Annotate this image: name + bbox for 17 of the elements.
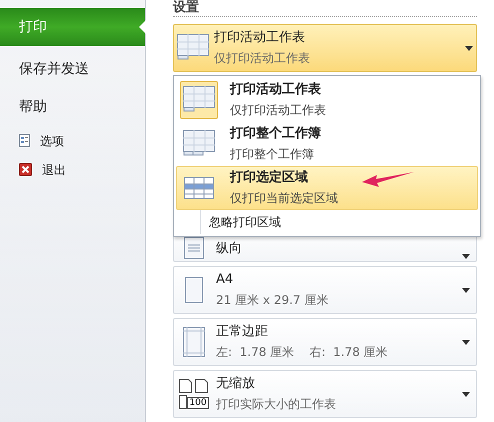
menu-item-subtitle: 仅打印当前选定区域 xyxy=(230,190,338,207)
menu-item-subtitle: 打印整个工作簿 xyxy=(230,146,315,163)
dropdown-title: 正常边距 xyxy=(216,323,269,341)
menu-item-subtitle: 仅打印活动工作表 xyxy=(230,102,326,119)
section-title: 设置 xyxy=(173,0,200,16)
menu-item-title: 打印活动工作表 xyxy=(230,81,322,99)
dropdown-title: 打印活动工作表 xyxy=(214,29,306,47)
zoom-percent: 100 xyxy=(187,397,209,409)
dropdown-title: 纵向 xyxy=(216,240,243,258)
dropdown-subtitle: 仅打印活动工作表 xyxy=(214,50,311,67)
dropdown-subtitle: 21 厘米 x 29.7 厘米 xyxy=(216,292,330,309)
dropdown-title: 无缩放 xyxy=(216,375,256,393)
menu-item-title: 打印选定区域 xyxy=(230,168,309,187)
dropdown-title: A4 xyxy=(216,271,234,289)
menu-item-title: 打印整个工作簿 xyxy=(230,125,321,143)
dropdown-subtitle: 左: 1.78 厘米 右: 1.78 厘米 xyxy=(216,344,389,361)
dropdown-subtitle: 打印实际大小的工作表 xyxy=(216,396,337,413)
